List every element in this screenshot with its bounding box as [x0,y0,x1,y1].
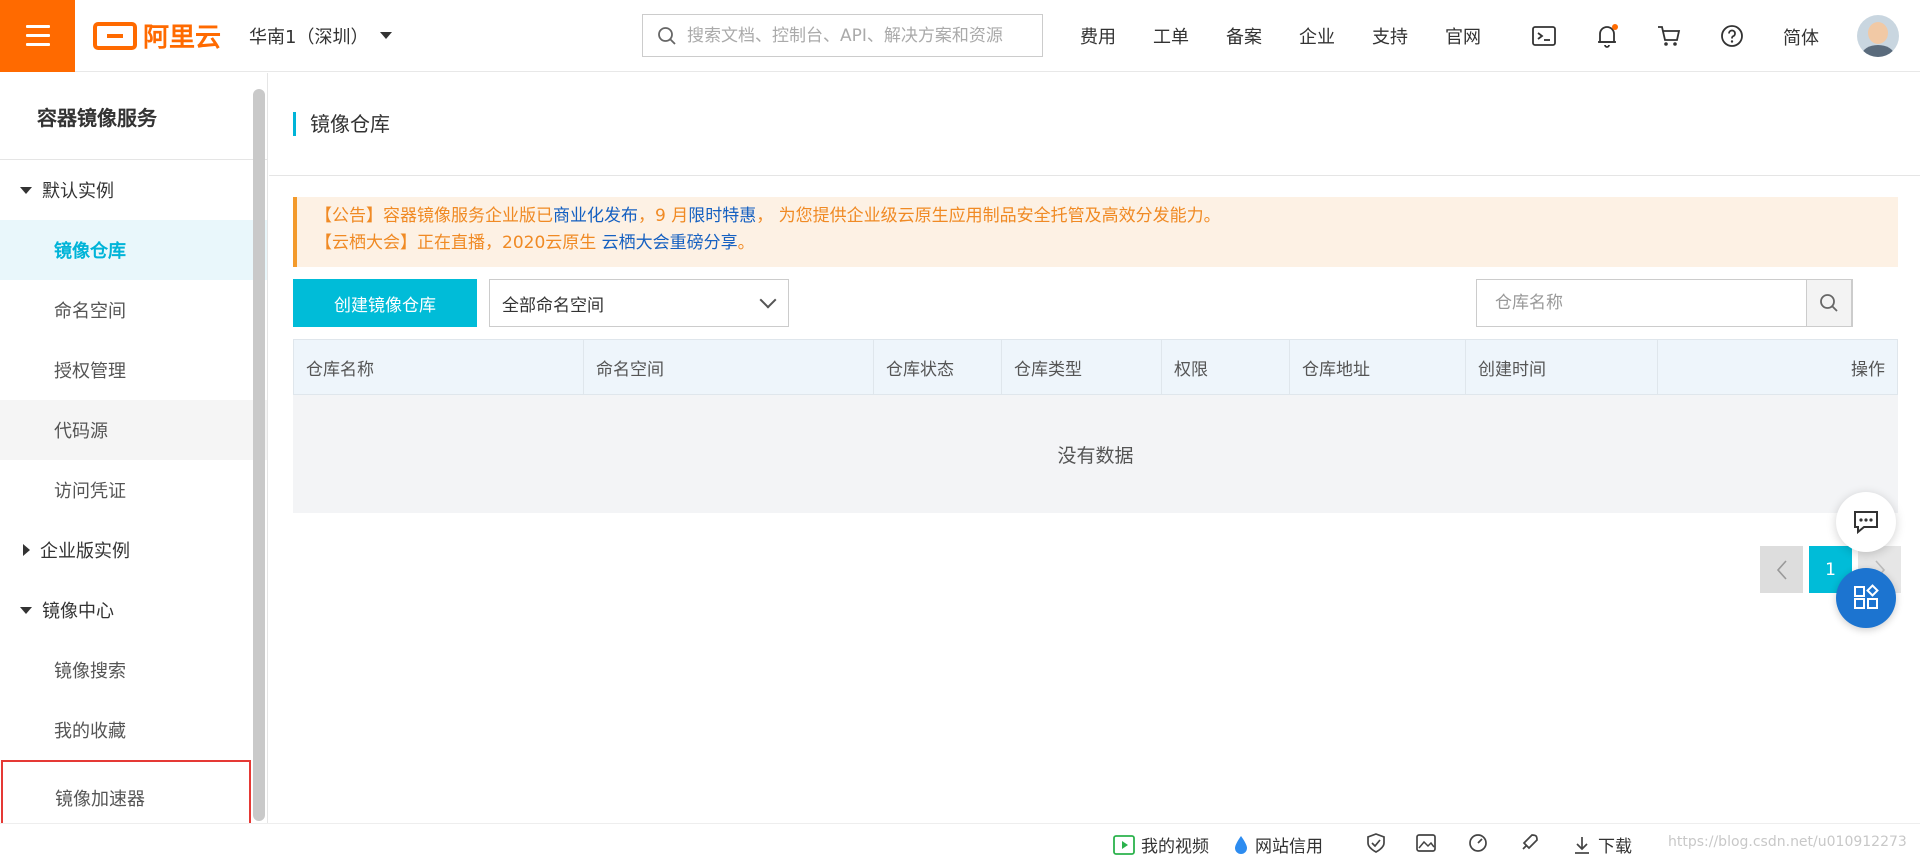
caret-right-icon [23,544,30,556]
notice-text: ，9 月 [638,206,689,226]
caret-down-icon [20,186,32,194]
col-created-time[interactable]: 创建时间 [1466,340,1658,394]
my-video-button[interactable]: 我的视频 [1113,832,1209,857]
site-credit-label: 网站信用 [1255,837,1323,857]
commercial-release-link[interactable]: 商业化发布 [553,206,638,226]
user-avatar[interactable] [1857,15,1899,57]
sidebar-group-enterprise-instance[interactable]: 企业版实例 [0,520,267,580]
sidebar-item-credentials[interactable]: 访问凭证 [0,460,267,520]
sidebar-item-authorization[interactable]: 授权管理 [0,340,267,400]
search-button[interactable] [1806,279,1852,327]
col-repo-address[interactable]: 仓库地址 [1290,340,1466,394]
caret-down-icon [20,606,32,614]
sidebar-group-label: 镜像中心 [42,601,114,622]
sidebar-item-image-search[interactable]: 镜像搜索 [0,640,267,700]
announcement-banner: 【公告】容器镜像服务企业版已商业化发布，9 月限时特惠， 为您提供企业级云原生应… [293,197,1898,267]
col-namespace[interactable]: 命名空间 [584,340,874,394]
chat-bubble-icon [1854,511,1878,535]
nav-fees[interactable]: 费用 [1080,23,1116,49]
sidebar-item-code-source[interactable]: 代码源 [0,400,267,460]
sidebar-group-default-instance[interactable]: 默认实例 [0,160,267,220]
help-icon[interactable] [1718,22,1746,50]
repo-name-search-input[interactable] [1477,280,1837,326]
main-content: 镜像仓库 【公告】容器镜像服务企业版已商业化发布，9 月限时特惠， 为您提供企业… [269,73,1920,823]
repository-table: 仓库名称 命名空间 仓库状态 仓库类型 权限 仓库地址 创建时间 操作 没有数据 [293,339,1898,513]
blog-watermark: https://blog.csdn.net/u010912273 [1668,834,1907,850]
sidebar-item-repositories[interactable]: 镜像仓库 [0,220,267,280]
download-icon [1575,836,1589,854]
chevron-down-icon [759,291,777,309]
my-video-label: 我的视频 [1141,837,1209,857]
notice-text: 【云栖大会】正在直播，2020云原生 [315,233,602,253]
table-header: 仓库名称 命名空间 仓库状态 仓库类型 权限 仓库地址 创建时间 操作 [293,339,1898,395]
video-play-icon [1113,834,1135,855]
region-selector[interactable]: 华南1（深圳） [249,23,393,49]
global-search[interactable] [642,14,1043,57]
prev-page-button[interactable] [1760,546,1803,593]
sidebar-scrollbar[interactable] [253,89,265,821]
terminal-icon[interactable] [1530,22,1558,50]
table-empty-state: 没有数据 [293,395,1898,513]
region-label: 华南1（深圳） [249,26,369,48]
image-icon[interactable] [1415,832,1437,854]
sidebar: 容器镜像服务 默认实例 镜像仓库 命名空间 授权管理 代码源 访问凭证 企业版实… [0,73,268,836]
nav-enterprise[interactable]: 企业 [1299,23,1335,49]
sidebar-title: 容器镜像服务 [0,73,267,160]
nav-support[interactable]: 支持 [1372,23,1408,49]
language-switch[interactable]: 简体 [1783,24,1819,50]
namespace-select[interactable]: 全部命名空间 [489,279,789,327]
chat-support-button[interactable] [1836,492,1896,552]
site-credit-button[interactable]: 网站信用 [1233,832,1323,857]
top-navigation-bar: 阿里云 华南1（深圳） 费用 工单 备案 企业 支持 官网 简体 [0,0,1920,72]
announcement-line-2: 【云栖大会】正在直播，2020云原生 云栖大会重磅分享。 [315,230,1898,257]
sidebar-group-label: 企业版实例 [40,541,130,562]
app-launcher-button[interactable] [1836,568,1896,628]
sidebar-group-image-center[interactable]: 镜像中心 [0,580,267,640]
announcement-line-1: 【公告】容器镜像服务企业版已商业化发布，9 月限时特惠， 为您提供企业级云原生应… [315,203,1898,230]
nav-official-site[interactable]: 官网 [1445,23,1481,49]
browser-status-bar: 我的视频 网站信用 下载 https://blog.csdn.net/u0109… [0,823,1920,861]
page-header: 镜像仓库 [269,73,1920,176]
col-permission[interactable]: 权限 [1162,340,1290,394]
col-actions: 操作 [1851,359,1885,380]
sidebar-item-namespaces[interactable]: 命名空间 [0,280,267,340]
rocket-icon[interactable] [1518,832,1540,854]
col-repo-type[interactable]: 仓库类型 [1002,340,1162,394]
chevron-left-icon [1776,559,1787,580]
cart-icon[interactable] [1655,22,1683,50]
hamburger-menu-icon[interactable] [0,0,75,72]
grid-apps-icon [1854,584,1879,609]
repo-toolbar: 创建镜像仓库 全部命名空间 [293,279,1898,327]
aliyun-logo-mark [93,21,137,50]
namespace-select-value: 全部命名空间 [502,295,604,316]
limited-offer-link[interactable]: 限时特惠 [688,206,756,226]
notification-bell-icon[interactable] [1593,22,1621,50]
nav-tickets[interactable]: 工单 [1153,23,1189,49]
page-title: 镜像仓库 [293,112,390,136]
aliyun-logo[interactable]: 阿里云 [93,17,221,54]
shield-icon[interactable] [1365,832,1387,854]
download-button[interactable]: 下载 [1572,832,1632,857]
search-icon [1820,294,1838,312]
speed-icon[interactable] [1467,832,1489,854]
col-repo-name[interactable]: 仓库名称 [294,340,584,394]
col-repo-status[interactable]: 仓库状态 [874,340,1002,394]
notice-text: 。 [737,233,755,253]
yunqi-conference-link[interactable]: 云栖大会重磅分享 [602,233,738,253]
sidebar-item-favorites[interactable]: 我的收藏 [0,700,267,760]
chevron-down-icon [380,32,393,39]
water-drop-icon [1235,835,1247,854]
nav-icp[interactable]: 备案 [1226,23,1262,49]
notice-text: ， 为您提供企业级云原生应用制品安全托管及高效分发能力。 [756,206,1221,226]
top-nav-links: 费用 工单 备案 企业 支持 官网 [1080,0,1518,72]
notice-text: 【公告】容器镜像服务企业版已 [315,206,553,226]
logo-text: 阿里云 [143,23,222,53]
repo-name-search[interactable] [1476,279,1853,327]
create-repository-button[interactable]: 创建镜像仓库 [293,279,477,327]
download-label: 下载 [1598,837,1632,857]
global-search-input[interactable] [687,25,1027,46]
search-icon [658,26,676,45]
sidebar-group-label: 默认实例 [42,181,114,202]
